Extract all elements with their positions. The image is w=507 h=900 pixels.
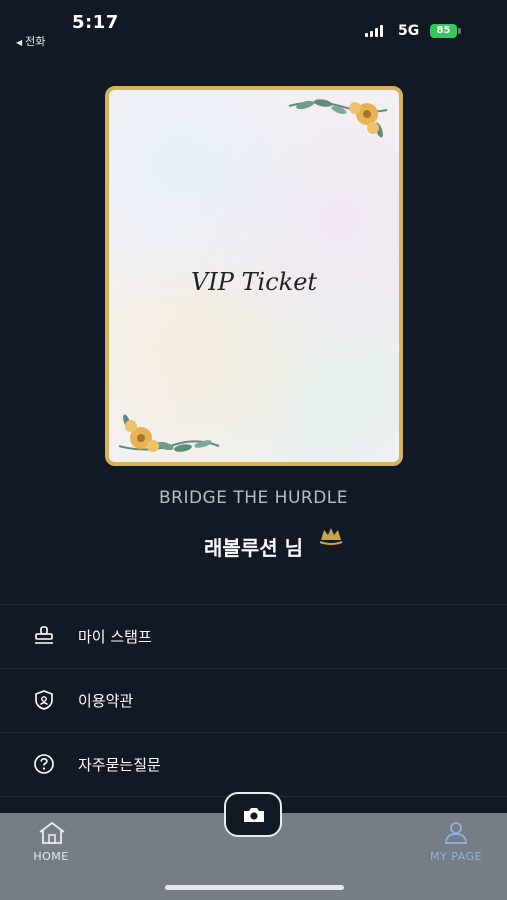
flower-decoration-icon [288,99,388,138]
menu-item-faq[interactable]: 자주묻는질문 [0,732,507,796]
crown-badge-icon [319,528,343,545]
ticket-title: VIP Ticket [190,268,318,296]
shield-icon [35,690,53,710]
network-type: 5G [398,23,420,39]
home-icon [39,821,65,844]
home-indicator [165,885,344,890]
menu-item-label: 이용약관 [78,692,134,710]
user-name: 래볼루션 님 [204,536,303,560]
question-icon [34,754,54,774]
tab-my-page[interactable]: MY PAGE [401,813,507,873]
status-bar: 5:17 ◀ 전화 5G 85 [0,0,507,60]
status-time: 5:17 [72,12,119,33]
vip-ticket-card[interactable]: VIP Ticket [105,86,403,466]
flower-decoration-icon [118,414,220,452]
battery-level: 85 [436,25,451,36]
battery-tip [458,28,461,34]
camera-icon [244,808,264,822]
menu-list: 마이 스탬프 이용약관 자주묻는질문 [0,604,507,797]
menu-item-label: 자주묻는질문 [78,756,161,774]
battery-icon: 85 [430,24,457,38]
tab-my-page-label: MY PAGE [430,850,482,863]
camera-button[interactable] [224,792,282,837]
back-arrow-icon: ◀ [16,38,23,47]
back-to-app-link[interactable]: ◀ 전화 [16,33,45,49]
tab-home-label: HOME [33,850,69,863]
menu-item-label: 마이 스탬프 [78,628,152,646]
organization-name: BRIDGE THE HURDLE [158,488,349,508]
user-icon [445,822,467,844]
back-app-label: 전화 [25,35,46,48]
tab-home[interactable]: HOME [0,813,106,873]
menu-item-my-stamp[interactable]: 마이 스탬프 [0,604,507,668]
stamp-icon [35,626,53,644]
menu-item-terms[interactable]: 이용약관 [0,668,507,732]
